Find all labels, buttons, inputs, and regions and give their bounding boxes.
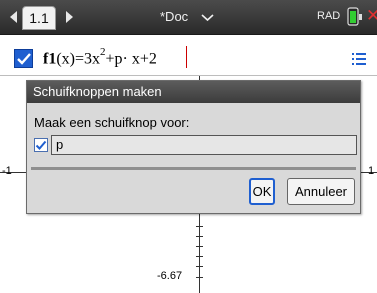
variable-field[interactable]: p <box>51 135 357 155</box>
document-title[interactable]: *Doc <box>160 9 188 24</box>
function-name: f1 <box>43 50 57 68</box>
ok-button[interactable]: OK <box>249 178 275 205</box>
y-axis-tick <box>196 236 203 237</box>
y-axis-tick <box>196 226 203 227</box>
create-sliders-dialog: Schuifknoppen maken Maak een schuifknop … <box>26 80 361 214</box>
nav-right-icon[interactable] <box>66 11 73 23</box>
function-exponent: 2 <box>100 46 106 58</box>
y-min-label: -6.67 <box>157 270 183 282</box>
checkmark-icon <box>35 140 47 150</box>
dialog-title: Schuifknoppen maken <box>27 81 360 103</box>
dialog-prompt: Maak een schuifknop voor: <box>34 115 190 130</box>
chevron-down-icon[interactable] <box>201 13 214 22</box>
variable-checkbox[interactable] <box>34 138 48 152</box>
function-arg: (x)=3x <box>56 50 101 68</box>
y-axis-tick <box>196 277 203 278</box>
cancel-button[interactable]: Annuleer <box>287 178 355 205</box>
dialog-divider <box>31 167 356 170</box>
document-toolbar: 1.1 *Doc RAD ✕ <box>0 0 377 35</box>
page-tab[interactable]: 1.1 <box>22 6 56 30</box>
function-rest: +p· x+2 <box>105 50 157 68</box>
checkmark-icon <box>17 53 31 65</box>
battery-icon <box>347 7 362 26</box>
function-entry-bar: f1(x)=3x2+p· x+2 <box>0 35 377 76</box>
x-min-label: -1 <box>2 165 12 177</box>
text-cursor <box>186 46 187 68</box>
y-axis-tick <box>196 266 203 267</box>
y-axis-tick <box>196 246 203 247</box>
nav-left-icon[interactable] <box>10 11 17 23</box>
x-max-label: 1 <box>368 165 375 177</box>
function-expression[interactable]: f1(x)=3x2+p· x+2 <box>43 46 157 68</box>
angle-mode-indicator: RAD <box>317 10 341 22</box>
list-menu-icon[interactable] <box>352 53 366 65</box>
close-icon[interactable]: ✕ <box>366 6 377 26</box>
y-axis-tick <box>196 256 203 257</box>
function-visibility-checkbox[interactable] <box>14 49 33 68</box>
